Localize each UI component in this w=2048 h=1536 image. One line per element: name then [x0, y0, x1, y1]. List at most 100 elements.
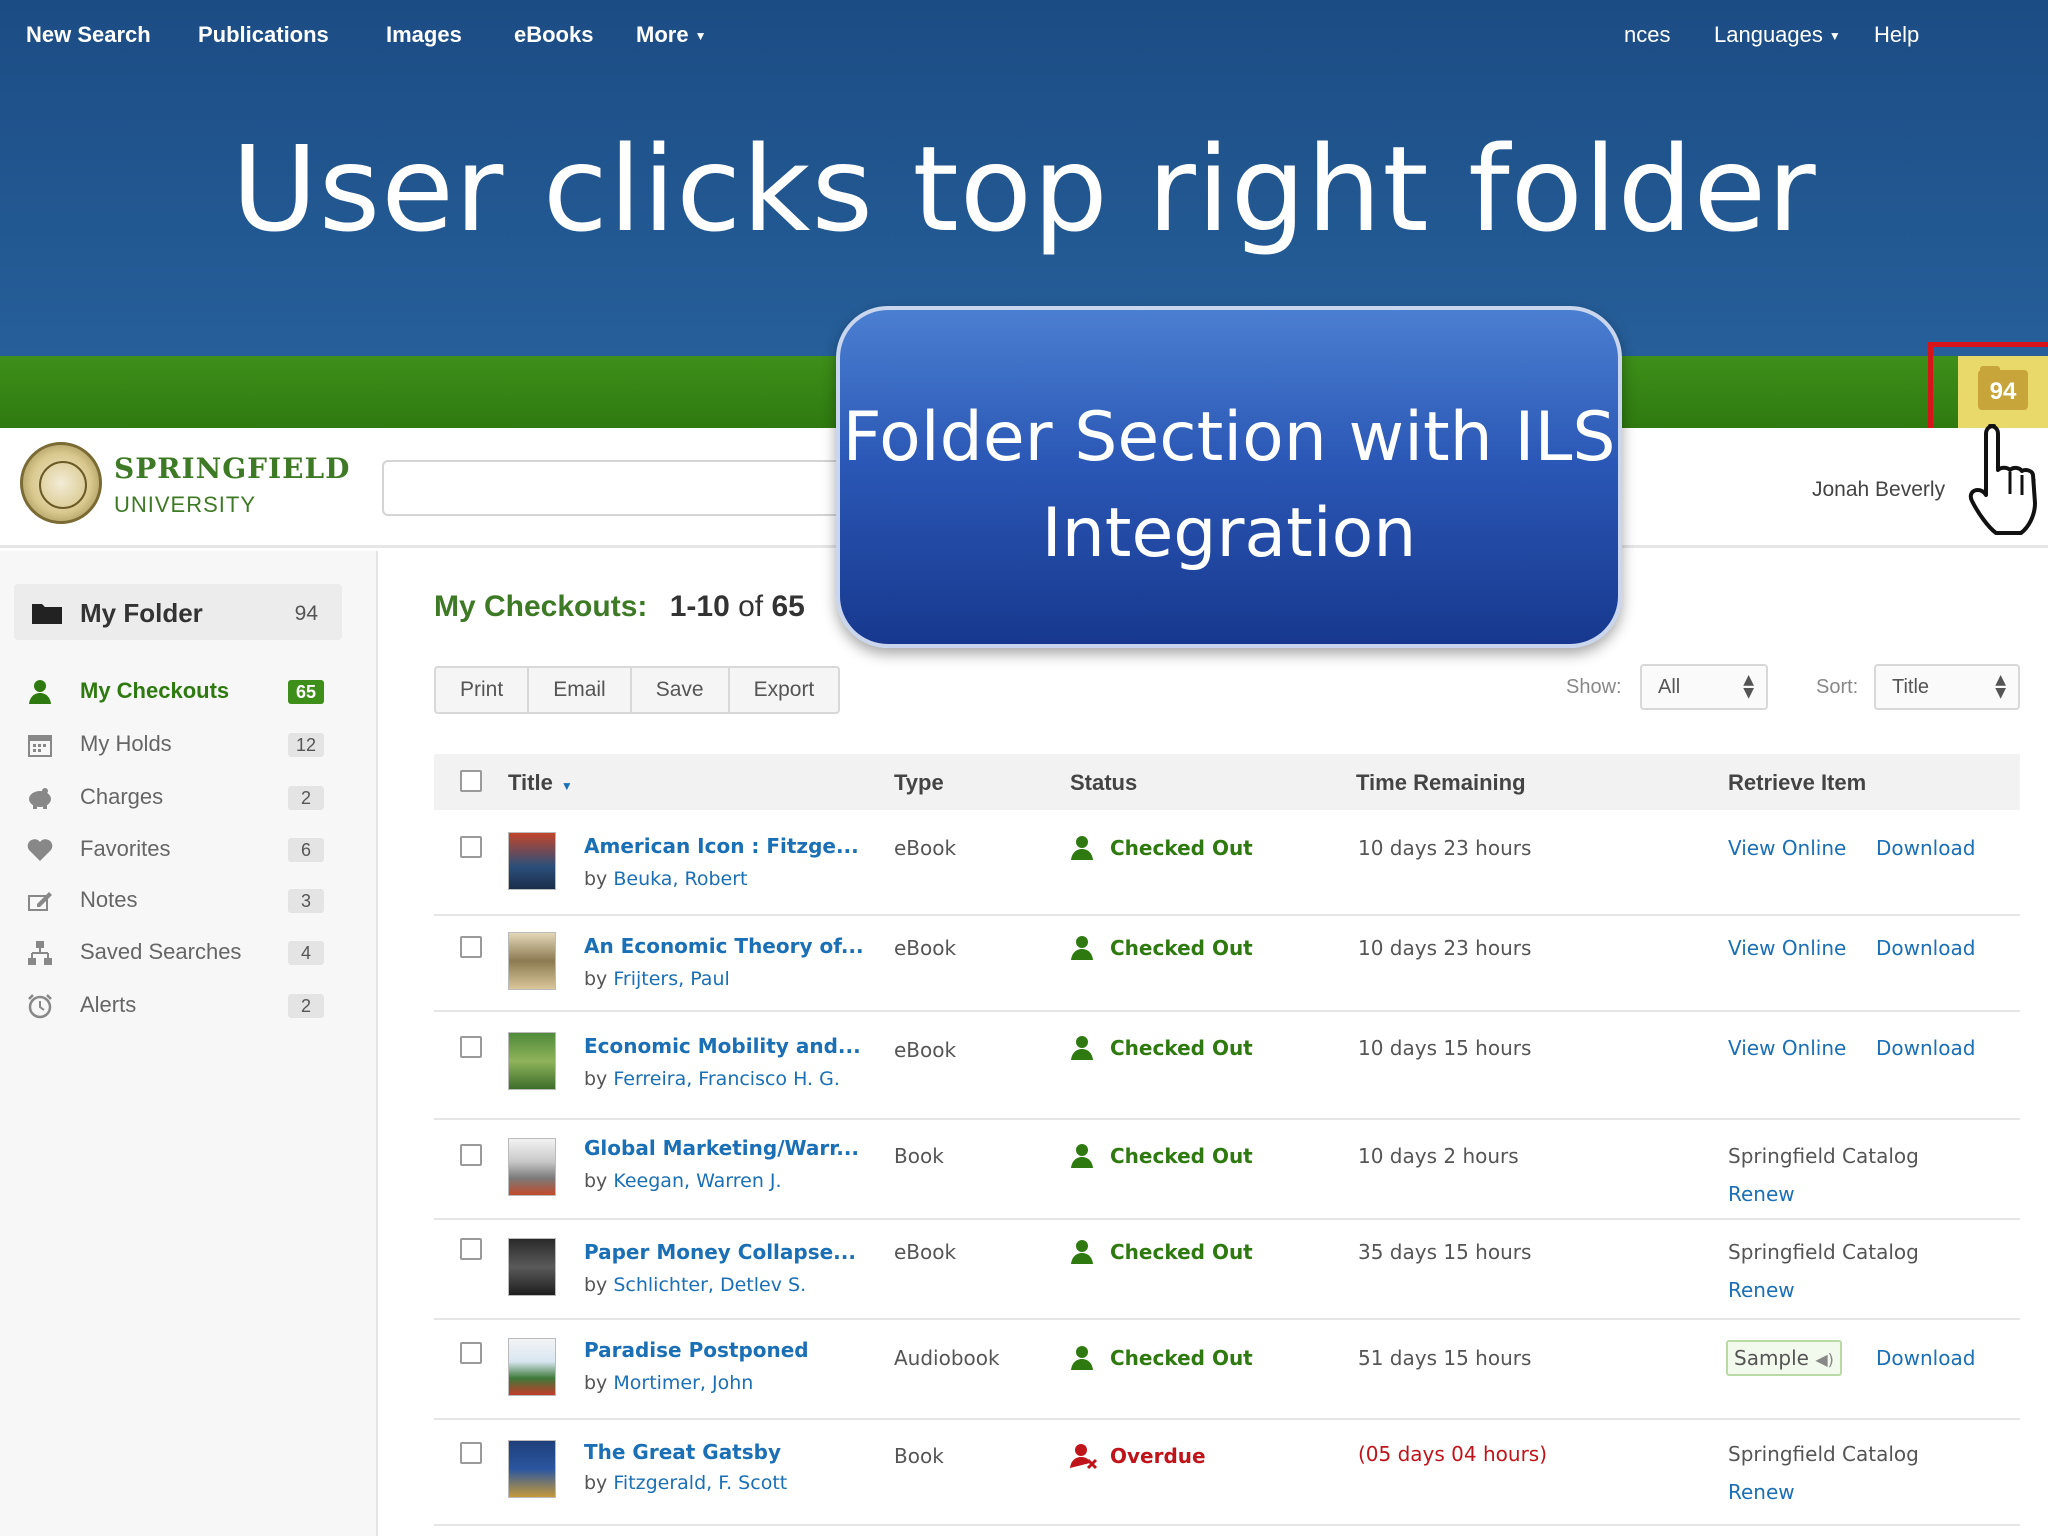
page-range: 1-10: [669, 590, 730, 623]
user-checkout-icon: [1071, 1036, 1093, 1060]
column-title[interactable]: Title ▼: [508, 770, 573, 796]
show-select-value: All: [1658, 676, 1681, 698]
row-checkbox[interactable]: [460, 936, 482, 958]
nav-more[interactable]: More ▼: [636, 22, 706, 48]
email-button[interactable]: Email: [529, 668, 632, 712]
book-cover-image[interactable]: [508, 1032, 556, 1090]
hierarchy-icon: [28, 941, 52, 965]
heart-icon: [27, 839, 53, 861]
row-checkbox[interactable]: [460, 836, 482, 858]
user-checkout-icon: [1071, 936, 1093, 960]
sidebar-item-label: My Checkouts: [80, 678, 230, 703]
sort-select[interactable]: Title ▲ ▼: [1874, 664, 2020, 710]
row-checkbox[interactable]: [460, 1238, 482, 1260]
byline-prefix: by: [584, 1372, 608, 1394]
item-title-link[interactable]: The Great Gatsby: [584, 1440, 781, 1464]
sidebar-item-favorites[interactable]: Favorites 6: [26, 832, 326, 868]
time-remaining: 35 days 15 hours: [1358, 1240, 1532, 1264]
sidebar-item-notes[interactable]: Notes 3: [26, 883, 326, 919]
row-checkbox[interactable]: [460, 1144, 482, 1166]
book-cover-image[interactable]: [508, 832, 556, 890]
row-divider: [434, 1318, 2020, 1320]
author-link[interactable]: Fitzgerald, F. Scott: [613, 1472, 787, 1494]
user-name[interactable]: Jonah Beverly: [1812, 478, 1945, 502]
author-link[interactable]: Ferreira, Francisco H. G.: [613, 1068, 840, 1090]
download-link[interactable]: Download: [1876, 1036, 1975, 1060]
page-title: My Checkouts: 1-10 of 65: [434, 590, 805, 624]
save-button[interactable]: Save: [632, 668, 730, 712]
nav-images[interactable]: Images: [386, 22, 462, 48]
row-checkbox[interactable]: [460, 1036, 482, 1058]
nav-preferences-partial[interactable]: nces: [1624, 22, 1670, 48]
page-total: 65: [771, 590, 805, 623]
book-cover-image[interactable]: [508, 932, 556, 990]
sort-select-value: Title: [1892, 676, 1930, 698]
nav-publications[interactable]: Publications: [198, 22, 329, 48]
byline-prefix: by: [584, 1274, 608, 1296]
view-online-link[interactable]: View Online: [1728, 1036, 1846, 1060]
my-folder-header[interactable]: My Folder 94: [14, 584, 342, 640]
slide-title: User clicks top right folder: [231, 120, 1817, 258]
user-checkout-icon: [1071, 1144, 1093, 1168]
author-link[interactable]: Frijters, Paul: [613, 968, 729, 990]
renew-link[interactable]: Renew: [1728, 1480, 1795, 1504]
row-checkbox[interactable]: [460, 1342, 482, 1364]
print-button[interactable]: Print: [436, 668, 530, 712]
nav-new-search[interactable]: New Search: [26, 22, 151, 48]
catalog-source: Springfield Catalog: [1728, 1240, 1919, 1264]
item-byline: by Frijters, Paul: [584, 968, 730, 990]
catalog-source: Springfield Catalog: [1728, 1144, 1919, 1168]
book-cover-image[interactable]: [508, 1338, 556, 1396]
sample-button[interactable]: Sample ◀): [1726, 1340, 1842, 1376]
row-divider: [434, 1524, 2020, 1526]
search-input[interactable]: [382, 460, 842, 516]
nav-languages[interactable]: Languages ▼: [1714, 22, 1841, 48]
count-badge: 2: [288, 994, 324, 1018]
item-title-link[interactable]: Global Marketing/Warr...: [584, 1136, 859, 1160]
row-checkbox[interactable]: [460, 1442, 482, 1464]
download-link[interactable]: Download: [1876, 936, 1975, 960]
renew-link[interactable]: Renew: [1728, 1182, 1795, 1206]
select-all-checkbox[interactable]: [460, 770, 482, 792]
sidebar-item-alerts[interactable]: Alerts 2: [26, 988, 326, 1024]
export-button[interactable]: Export: [730, 668, 839, 712]
item-title-link[interactable]: American Icon : Fitzge...: [584, 834, 859, 858]
download-link[interactable]: Download: [1876, 836, 1975, 860]
item-title-link[interactable]: Paper Money Collapse...: [584, 1240, 856, 1264]
nav-help[interactable]: Help: [1874, 22, 1919, 48]
item-byline: by Schlichter, Detlev S.: [584, 1274, 806, 1296]
download-link[interactable]: Download: [1876, 1346, 1975, 1370]
sidebar-item-saved-searches[interactable]: Saved Searches 4: [26, 935, 326, 971]
item-title-link[interactable]: An Economic Theory of...: [584, 934, 864, 958]
book-cover-image[interactable]: [508, 1238, 556, 1296]
author-link[interactable]: Beuka, Robert: [613, 868, 747, 890]
brand-name: SPRINGFIELD: [114, 452, 351, 485]
page-title-label: My Checkouts:: [434, 590, 648, 623]
column-retrieve-item: Retrieve Item: [1728, 770, 1867, 795]
sidebar-item-label: Notes: [80, 887, 138, 912]
author-link[interactable]: Mortimer, John: [613, 1372, 753, 1394]
byline-prefix: by: [584, 968, 608, 990]
show-select[interactable]: All ▲ ▼: [1640, 664, 1768, 710]
column-status: Status: [1070, 770, 1138, 795]
university-seal-logo[interactable]: [20, 442, 102, 524]
item-type: Book: [894, 1444, 944, 1468]
sidebar-item-my-holds[interactable]: My Holds 12: [26, 727, 326, 763]
item-title-link[interactable]: Paradise Postponed: [584, 1338, 809, 1362]
my-folder-label: My Folder: [80, 598, 203, 628]
nav-ebooks[interactable]: eBooks: [514, 22, 593, 48]
item-byline: by Mortimer, John: [584, 1372, 753, 1394]
renew-link[interactable]: Renew: [1728, 1278, 1795, 1302]
author-link[interactable]: Keegan, Warren J.: [613, 1170, 781, 1192]
book-cover-image[interactable]: [508, 1440, 556, 1498]
count-badge: 65: [288, 680, 324, 704]
view-online-link[interactable]: View Online: [1728, 836, 1846, 860]
sidebar-item-charges[interactable]: Charges 2: [26, 780, 326, 816]
book-cover-image[interactable]: [508, 1138, 556, 1196]
view-online-link[interactable]: View Online: [1728, 936, 1846, 960]
author-link[interactable]: Schlichter, Detlev S.: [613, 1274, 806, 1296]
nav-more-label: More: [636, 22, 689, 47]
row-divider: [434, 1418, 2020, 1420]
item-title-link[interactable]: Economic Mobility and...: [584, 1034, 861, 1058]
sidebar-item-my-checkouts[interactable]: My Checkouts 65: [26, 674, 326, 710]
